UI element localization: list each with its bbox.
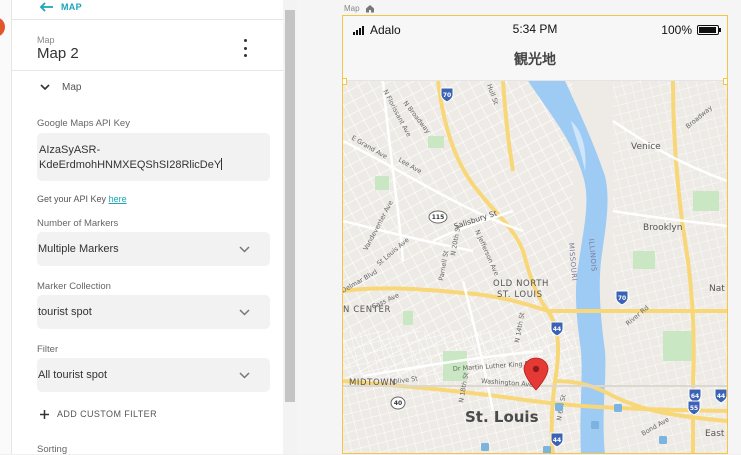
phone-screen[interactable]: Adalo 5:34 PM 100% 観光地 N Florissant Ave …	[342, 15, 728, 454]
section-title: Map	[62, 82, 82, 93]
shield-label: 44	[717, 393, 725, 400]
text-caret	[221, 158, 223, 170]
map-section-toggle[interactable]: Map	[40, 82, 81, 93]
more-options-icon[interactable]	[241, 39, 249, 57]
screen-title: 観光地	[514, 51, 556, 67]
plus-icon	[40, 409, 49, 419]
place-label: MIDTOWN	[349, 378, 396, 388]
add-filter-label: ADD CUSTOM FILTER	[57, 409, 157, 419]
screen-breadcrumb[interactable]: Map	[344, 4, 375, 13]
chevron-down-icon	[239, 245, 250, 253]
component-type-label: Map	[37, 35, 55, 45]
divider	[12, 19, 283, 20]
back-button[interactable]: MAP	[40, 0, 82, 14]
help-link[interactable]: here	[109, 194, 127, 204]
shield-label: 115	[432, 214, 445, 221]
api-key-label: Google Maps API Key	[37, 118, 130, 129]
place-label: ST. LOUIS	[497, 290, 543, 300]
collection-label: Marker Collection	[37, 281, 111, 292]
map-view[interactable]: N Florissant Ave N Broadway E Grand Ave …	[343, 81, 727, 453]
filter-value: All tourist spot	[38, 369, 108, 381]
map-canvas: N Florissant Ave N Broadway E Grand Ave …	[343, 81, 727, 453]
collection-select[interactable]: tourist spot	[37, 295, 270, 329]
shield-label: 70	[443, 92, 451, 99]
api-key-help: Get your API Key here	[37, 194, 127, 204]
arrow-left-icon	[40, 2, 53, 12]
api-key-line2: KdeErdmohHNMXEQShSI28RlicDeY	[39, 159, 222, 171]
markers-label: Number of Markers	[37, 218, 119, 229]
chevron-down-icon	[239, 308, 250, 316]
resize-handle[interactable]	[343, 78, 347, 85]
scrollbar-thumb[interactable]	[285, 10, 295, 402]
filter-select[interactable]: All tourist spot	[37, 358, 270, 392]
sorting-label: Sorting	[37, 444, 68, 455]
markers-select[interactable]: Multiple Markers	[37, 232, 270, 266]
divider	[12, 70, 283, 71]
battery: 100%	[661, 23, 721, 37]
left-rail	[0, 0, 11, 454]
resize-handle[interactable]	[723, 78, 727, 85]
inspector-panel: MAP Map Map 2 Map Google Maps API Key AI…	[11, 0, 283, 455]
place-label: East	[705, 429, 725, 439]
component-name[interactable]: Map 2	[37, 45, 79, 62]
chevron-down-icon	[40, 84, 50, 91]
place-label: Venice	[631, 142, 661, 152]
collection-value: tourist spot	[38, 306, 92, 318]
shield-label: 40	[394, 400, 402, 407]
state-shield: 115	[428, 210, 448, 224]
battery-percent: 100%	[661, 23, 692, 37]
battery-icon	[697, 25, 721, 35]
shield-label: 44	[553, 437, 561, 444]
us-shield: 40	[390, 396, 406, 410]
markers-value: Multiple Markers	[38, 243, 119, 255]
status-bar: Adalo 5:34 PM 100%	[343, 16, 727, 42]
home-icon	[365, 5, 374, 13]
place-label: Nat	[709, 284, 725, 294]
api-key-line1: AIzaSyASR-	[39, 144, 101, 156]
app-header: 観光地	[343, 42, 727, 81]
back-label: MAP	[61, 2, 82, 12]
filter-label: Filter	[37, 344, 59, 355]
shield-label: 70	[618, 295, 626, 302]
shield-label: 55	[690, 405, 698, 412]
api-key-input[interactable]: AIzaSyASR- KdeErdmohHNMXEQShSI28RlicDeY	[37, 133, 270, 181]
add-custom-filter-button[interactable]: ADD CUSTOM FILTER	[40, 409, 157, 419]
street-grid-east	[613, 81, 727, 453]
place-label: OLD NORTH	[493, 279, 549, 289]
chevron-down-icon	[239, 371, 250, 379]
place-label: Brooklyn	[643, 223, 682, 233]
place-label: N CENTER	[343, 305, 391, 315]
help-text: Get your API Key	[37, 194, 107, 204]
shield-label: 64	[691, 393, 699, 400]
breadcrumb-label: Map	[344, 4, 360, 13]
city-label: St. Louis	[465, 408, 539, 426]
shield-label: 44	[553, 326, 561, 333]
